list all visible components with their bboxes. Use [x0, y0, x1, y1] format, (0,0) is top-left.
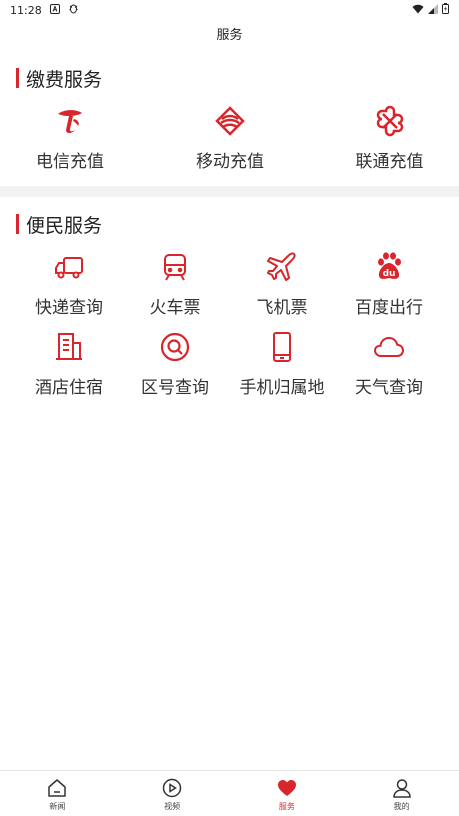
express-query-label: 快递查询	[35, 298, 103, 318]
convenience-grid: 快递查询 火车票 飞机票 du 百度出行 酒店住宿 区号查询 手机归属地 天气查…	[0, 249, 459, 409]
payment-section-header: 缴费服务	[0, 66, 459, 91]
status-time: 11:28	[10, 3, 42, 17]
unicom-recharge-label: 联通充值	[355, 152, 424, 172]
section-divider	[0, 186, 459, 197]
hotel-booking-button[interactable]: 酒店住宿	[16, 329, 122, 409]
heart-icon	[277, 780, 296, 796]
baidu-paw-icon: du	[371, 249, 407, 285]
weather-query-label: 天气查询	[355, 378, 423, 398]
convenience-section-header: 便民服务	[0, 212, 459, 237]
payment-services-section: 缴费服务 电信充值 移动充值 联通充值	[0, 66, 459, 172]
china-unicom-icon	[372, 103, 408, 139]
phone-icon	[264, 329, 300, 365]
unicom-recharge-button[interactable]: 联通充值	[320, 103, 459, 172]
tab-services-label: 服务	[278, 802, 295, 811]
user-icon	[392, 779, 411, 798]
home-icon	[48, 779, 67, 797]
notification-a-icon	[49, 3, 60, 17]
train-ticket-label: 火车票	[149, 298, 201, 318]
tab-news[interactable]: 新闻	[0, 771, 115, 816]
telecom-recharge-button[interactable]: 电信充值	[0, 103, 140, 172]
section-accent-bar	[16, 214, 19, 234]
battery-icon	[442, 3, 449, 17]
mobile-recharge-button[interactable]: 移动充值	[140, 103, 320, 172]
airplane-icon	[264, 249, 300, 285]
area-code-query-button[interactable]: 区号查询	[122, 329, 228, 409]
convenience-section-title: 便民服务	[26, 214, 103, 237]
notification-bug-icon	[68, 3, 79, 17]
express-query-button[interactable]: 快递查询	[16, 249, 122, 329]
tab-video-label: 视频	[164, 802, 181, 811]
signal-icon	[428, 3, 438, 17]
mobile-recharge-label: 移动充值	[196, 152, 264, 172]
china-mobile-icon	[212, 103, 248, 139]
phone-location-label: 手机归属地	[239, 378, 325, 398]
phone-location-button[interactable]: 手机归属地	[228, 329, 336, 409]
baidu-travel-button[interactable]: du 百度出行	[336, 249, 442, 329]
tab-services[interactable]: 服务	[230, 771, 345, 816]
flight-ticket-label: 飞机票	[256, 298, 308, 318]
hotel-building-icon	[51, 329, 87, 365]
tab-mine-label: 我的	[393, 802, 410, 811]
svg-text:du: du	[383, 269, 396, 279]
china-telecom-icon	[52, 103, 88, 139]
train-icon	[157, 249, 193, 285]
wifi-icon	[412, 4, 424, 17]
cloud-icon	[371, 329, 407, 365]
payment-grid: 电信充值 移动充值 联通充值	[0, 103, 459, 172]
flight-ticket-button[interactable]: 飞机票	[228, 249, 336, 329]
play-icon	[162, 778, 182, 798]
payment-section-title: 缴费服务	[26, 68, 103, 91]
status-bar: 11:28	[0, 0, 459, 20]
bottom-tab-bar: 新闻 视频 服务 我的	[0, 770, 459, 816]
area-code-query-label: 区号查询	[141, 378, 209, 398]
truck-icon	[51, 249, 87, 285]
baidu-travel-label: 百度出行	[355, 298, 423, 318]
tab-news-label: 新闻	[49, 802, 66, 811]
convenience-services-section: 便民服务 快递查询 火车票 飞机票 du 百度出行 酒店住宿 区号查询 手机归属…	[0, 212, 459, 409]
search-icon	[157, 329, 193, 365]
tab-mine[interactable]: 我的	[344, 771, 459, 816]
hotel-booking-label: 酒店住宿	[35, 378, 103, 398]
section-accent-bar	[16, 68, 19, 88]
train-ticket-button[interactable]: 火车票	[122, 249, 228, 329]
page-title: 服务	[216, 28, 243, 43]
weather-query-button[interactable]: 天气查询	[336, 329, 442, 409]
tab-video[interactable]: 视频	[115, 771, 230, 816]
telecom-recharge-label: 电信充值	[36, 152, 104, 172]
